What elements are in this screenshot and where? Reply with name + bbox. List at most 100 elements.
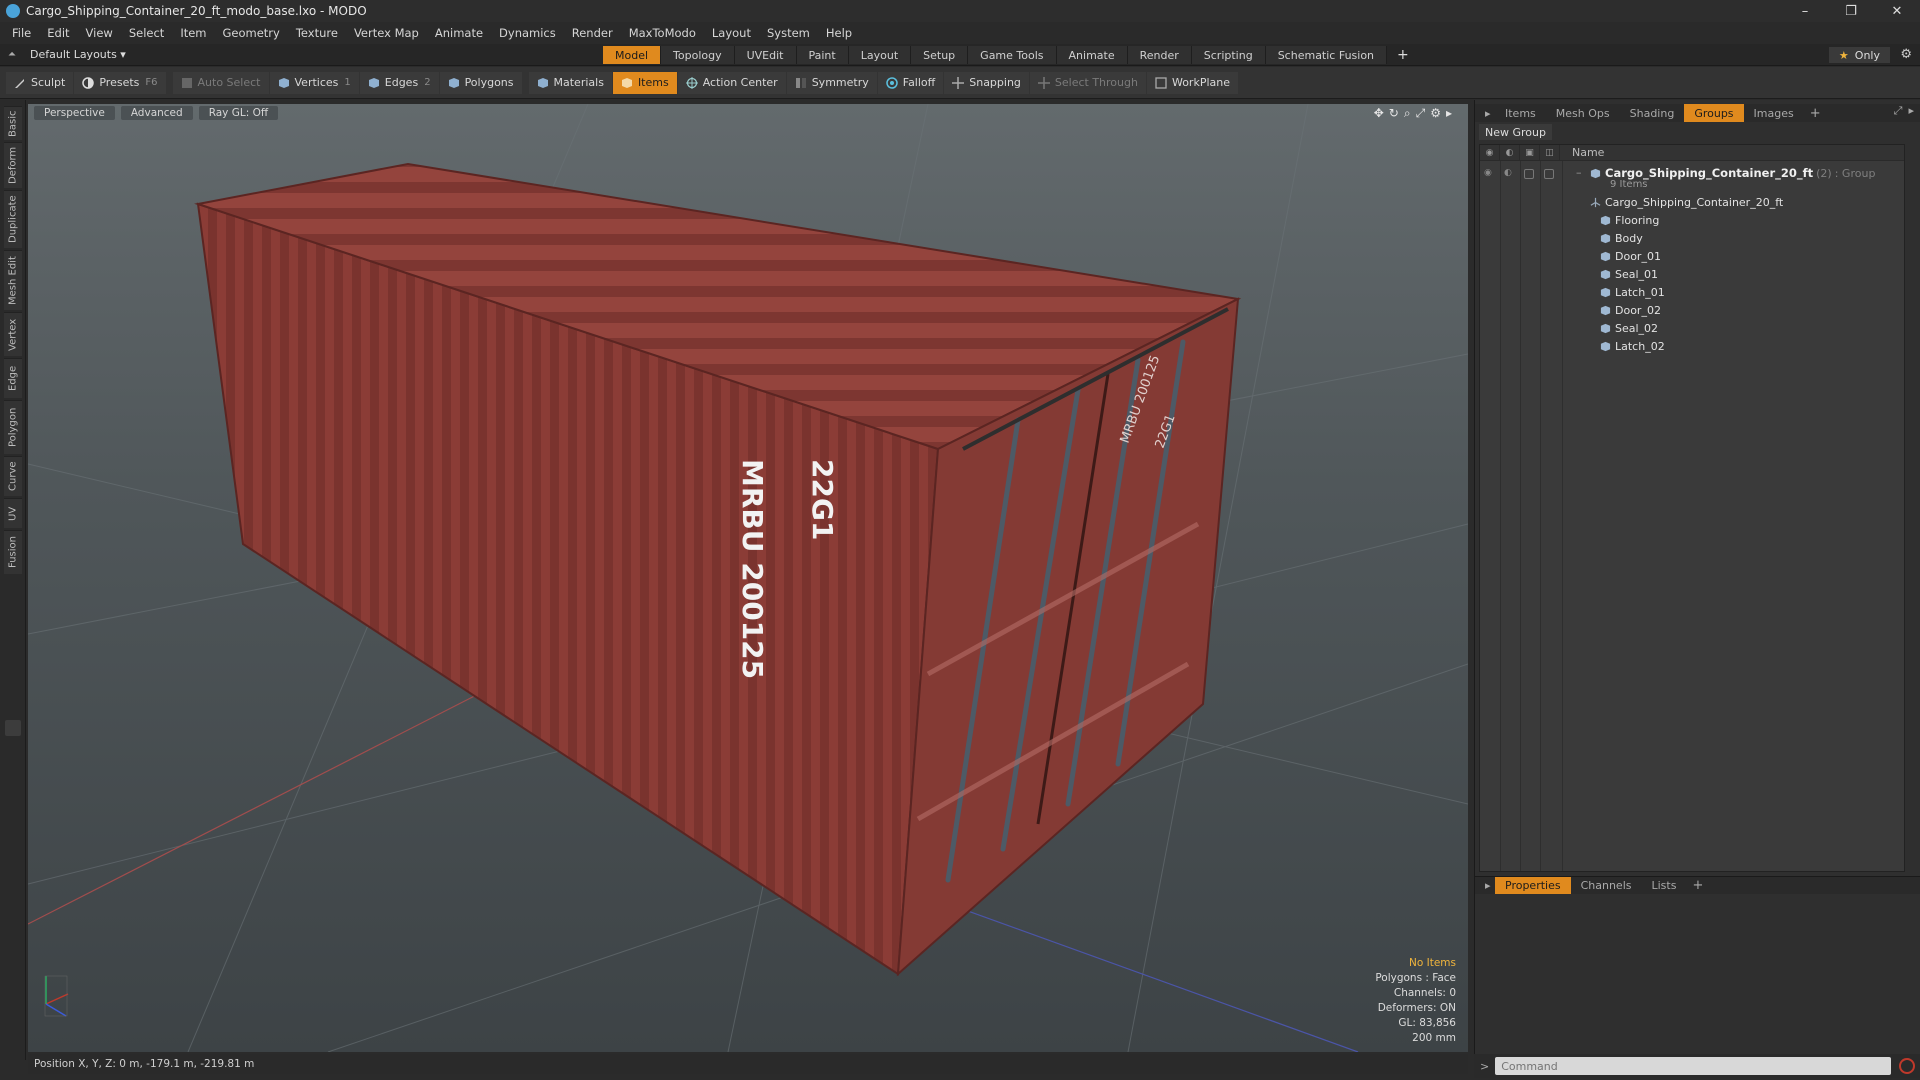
minimize-button[interactable]: –: [1782, 0, 1828, 22]
select-column-icon[interactable]: ◫: [1540, 144, 1560, 161]
tab-render[interactable]: Render: [1127, 46, 1192, 64]
rotate-icon[interactable]: ↻: [1389, 106, 1399, 121]
menu-system[interactable]: System: [759, 26, 818, 40]
tab-model[interactable]: Model: [603, 46, 662, 64]
menu-geometry[interactable]: Geometry: [215, 26, 288, 40]
list-item[interactable]: Door_02: [1480, 301, 1904, 319]
record-icon[interactable]: [1899, 1058, 1916, 1074]
menu-select[interactable]: Select: [121, 26, 172, 40]
symmetry-button[interactable]: Symmetry: [786, 71, 877, 94]
action-center-button[interactable]: Action Center: [677, 71, 786, 94]
tab-curve[interactable]: Curve: [4, 456, 22, 496]
advanced-button[interactable]: Advanced: [120, 106, 193, 120]
add-tab-button[interactable]: +: [1387, 46, 1419, 64]
panel-arrow-icon[interactable]: ▸: [1475, 877, 1495, 895]
tab-basic[interactable]: Basic: [4, 106, 22, 140]
menu-maxtomodo[interactable]: MaxToModo: [621, 26, 704, 40]
tab-deform[interactable]: Deform: [4, 142, 22, 188]
materials-button[interactable]: Materials: [528, 71, 612, 94]
perspective-button[interactable]: Perspective: [34, 106, 115, 120]
tab-vertex[interactable]: Vertex: [4, 312, 22, 356]
tab-setup[interactable]: Setup: [911, 46, 969, 64]
edges-button[interactable]: Edges 2: [359, 71, 439, 94]
tab-fusion[interactable]: Fusion: [4, 530, 22, 574]
menu-dynamics[interactable]: Dynamics: [491, 26, 564, 40]
gear-icon[interactable]: ⚙: [1900, 47, 1912, 62]
list-item[interactable]: Seal_02: [1480, 319, 1904, 337]
group-row[interactable]: ◉ ◐ – Cargo_Shipping_Container_20_ft (2)…: [1480, 163, 1904, 193]
auto-select-button[interactable]: Auto Select: [172, 71, 269, 94]
shipping-container-model[interactable]: MRBU 200125 22G1 MRBU 200125 22G1: [194, 162, 1242, 977]
tab-uvedit[interactable]: UVEdit: [734, 46, 797, 64]
panel-menu-icon[interactable]: ▸: [1908, 104, 1914, 118]
list-item[interactable]: Seal_01: [1480, 265, 1904, 283]
viewport-menu-arrow-icon[interactable]: ▸: [1446, 106, 1452, 121]
tab-items[interactable]: Items: [1495, 104, 1546, 122]
tab-properties[interactable]: Properties: [1495, 876, 1571, 895]
list-item[interactable]: Door_01: [1480, 247, 1904, 265]
tab-schematic-fusion[interactable]: Schematic Fusion: [1265, 46, 1388, 64]
menu-texture[interactable]: Texture: [288, 26, 346, 40]
falloff-button[interactable]: Falloff: [877, 71, 944, 94]
tab-channels[interactable]: Channels: [1571, 877, 1642, 895]
expand-panel-icon[interactable]: ⤢: [1894, 104, 1903, 118]
scene-render[interactable]: MRBU 200125 22G1 MRBU 200125 22G1: [28, 104, 1468, 1052]
command-history-arrow-icon[interactable]: >: [1480, 1060, 1489, 1073]
add-panel-tab-icon[interactable]: +: [1686, 878, 1709, 893]
tab-uv[interactable]: UV: [4, 498, 22, 528]
render-column-icon[interactable]: ◐: [1500, 144, 1520, 161]
items-button[interactable]: Items: [612, 71, 677, 94]
visibility-column-icon[interactable]: ◉: [1480, 144, 1500, 161]
menu-file[interactable]: File: [4, 26, 39, 40]
workplane-button[interactable]: WorkPlane: [1146, 71, 1238, 94]
presets-button[interactable]: Presets F6: [74, 71, 166, 94]
polygons-button[interactable]: Polygons: [439, 71, 522, 94]
tab-lists[interactable]: Lists: [1642, 877, 1687, 895]
panel-toggle-button[interactable]: [5, 720, 21, 736]
list-item[interactable]: Latch_02: [1480, 337, 1904, 355]
tab-scripting[interactable]: Scripting: [1191, 46, 1266, 64]
new-group-button[interactable]: New Group: [1479, 124, 1552, 140]
close-button[interactable]: ✕: [1874, 0, 1920, 22]
layout-selector[interactable]: ⏶ Default Layouts ▾: [0, 48, 130, 61]
tab-groups[interactable]: Groups: [1684, 104, 1744, 122]
name-column-header[interactable]: Name: [1560, 146, 1604, 159]
lock-checkbox[interactable]: [1524, 169, 1534, 179]
maximize-button[interactable]: ❐: [1828, 0, 1874, 22]
select-checkbox[interactable]: [1544, 169, 1554, 179]
sculpt-button[interactable]: Sculpt: [6, 71, 74, 94]
lock-column-icon[interactable]: ▣: [1520, 144, 1540, 161]
menu-render[interactable]: Render: [564, 26, 621, 40]
only-button[interactable]: ★ Only: [1828, 47, 1890, 63]
menu-help[interactable]: Help: [818, 26, 860, 40]
command-input[interactable]: [1495, 1057, 1892, 1075]
pan-icon[interactable]: ✥: [1374, 106, 1384, 121]
tab-mesh-edit[interactable]: Mesh Edit: [4, 250, 22, 310]
viewport-settings-icon[interactable]: ⚙: [1430, 106, 1441, 121]
tab-mesh-ops[interactable]: Mesh Ops: [1546, 104, 1620, 122]
snapping-button[interactable]: Snapping: [944, 71, 1029, 94]
3d-viewport[interactable]: MRBU 200125 22G1 MRBU 200125 22G1 Perspe…: [28, 104, 1468, 1052]
menu-vertex-map[interactable]: Vertex Map: [346, 26, 427, 40]
tab-layout[interactable]: Layout: [848, 46, 912, 64]
vertices-button[interactable]: Vertices 1: [269, 71, 359, 94]
render-toggle-icon[interactable]: ◐: [1504, 168, 1516, 180]
menu-item[interactable]: Item: [172, 26, 214, 40]
tab-shading[interactable]: Shading: [1620, 104, 1685, 122]
raygl-button[interactable]: Ray GL: Off: [198, 106, 279, 120]
menu-view[interactable]: View: [78, 26, 121, 40]
collapse-arrow-icon[interactable]: –: [1576, 166, 1582, 179]
select-through-button[interactable]: Select Through: [1029, 71, 1146, 94]
list-item[interactable]: Latch_01: [1480, 283, 1904, 301]
panel-arrow-icon[interactable]: ▸: [1475, 104, 1495, 122]
collapse-arrow-icon[interactable]: ⏶: [8, 49, 16, 60]
menu-edit[interactable]: Edit: [39, 26, 77, 40]
zoom-icon[interactable]: ⌕: [1404, 106, 1411, 121]
tab-topology[interactable]: Topology: [661, 46, 735, 64]
tab-edge[interactable]: Edge: [4, 358, 22, 398]
tab-images[interactable]: Images: [1744, 104, 1804, 122]
tab-game-tools[interactable]: Game Tools: [968, 46, 1057, 64]
tab-polygon[interactable]: Polygon: [4, 400, 22, 454]
eye-icon[interactable]: ◉: [1484, 168, 1496, 180]
fit-icon[interactable]: ⤢: [1416, 106, 1426, 121]
